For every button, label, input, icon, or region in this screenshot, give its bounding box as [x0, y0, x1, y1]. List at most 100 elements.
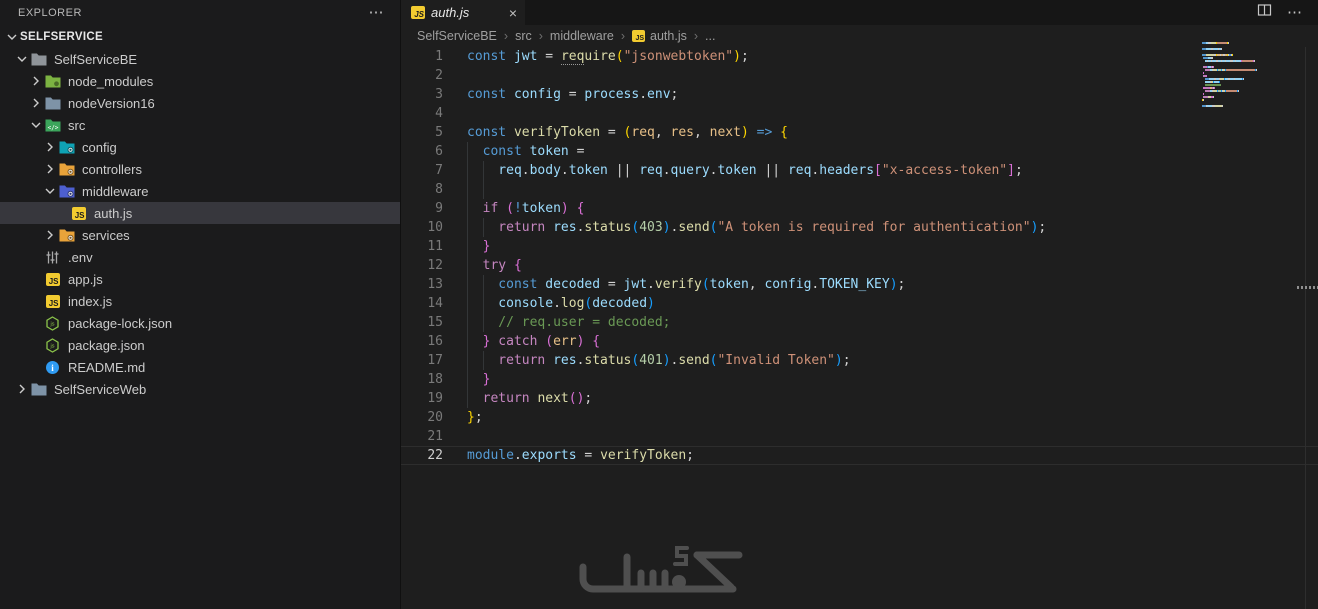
tree-item-readme-md[interactable]: i README.md [0, 356, 400, 378]
line-number: 1 [435, 49, 443, 64]
svg-text:</>: </> [47, 124, 58, 131]
code-line-7[interactable]: 7 req.body.token || req.query.token || re… [401, 161, 1318, 180]
line-content: const config = process.env; [467, 87, 679, 102]
tree-item--env[interactable]: .env [0, 246, 400, 268]
line-number: 10 [427, 220, 443, 235]
code-line-3[interactable]: 3 const config = process.env; [401, 85, 1318, 104]
code-line-21[interactable]: 21 [401, 427, 1318, 446]
indent-guide [467, 237, 468, 256]
code-line-9[interactable]: 9 if (!token) { [401, 199, 1318, 218]
tree-item-nodeversion16[interactable]: nodeVersion16 [0, 92, 400, 114]
js-file-icon: JS [45, 272, 60, 286]
code-area: 1 const jwt = require("jsonwebtoken"); 2 3 c… [401, 47, 1318, 465]
split-editor-icon[interactable] [1257, 3, 1272, 22]
code-line-1[interactable]: 1 const jwt = require("jsonwebtoken"); [401, 47, 1318, 66]
indent-guide [482, 180, 484, 199]
line-number: 14 [427, 296, 443, 311]
breadcrumb-item--[interactable]: ... [705, 29, 715, 43]
tree-item-label: package-lock.json [68, 315, 173, 331]
line-number: 21 [427, 429, 443, 444]
line-number: 18 [427, 372, 443, 387]
folder-icon [59, 229, 74, 241]
tree-item-label: .env [68, 249, 93, 265]
tree-item-src[interactable]: </> src [0, 114, 400, 136]
tree-item-node-modules[interactable]: node_modules [0, 70, 400, 92]
explorer-title: EXPLORER [18, 7, 82, 19]
folder-icon [59, 185, 74, 197]
code-line-8[interactable]: 8 [401, 180, 1318, 199]
tab-auth-js[interactable]: JS auth.js × [401, 0, 525, 25]
explorer-more-actions-icon[interactable]: ⋯ [369, 5, 385, 20]
line-number: 3 [435, 87, 443, 102]
tree-item-label: nodeVersion16 [68, 95, 155, 111]
line-number: 5 [435, 125, 443, 140]
line-content: } [467, 237, 1318, 256]
js-file-icon: JS [71, 206, 86, 220]
code-line-15[interactable]: 15 // req.user = decoded; [401, 313, 1318, 332]
line-content: return res.status(403).send("A token is … [467, 218, 1318, 237]
code-line-5[interactable]: 5 const verifyToken = (req, res, next) =>… [401, 123, 1318, 142]
indent-guide [467, 370, 468, 389]
tree-item-index-js[interactable]: JS index.js [0, 290, 400, 312]
breadcrumb-separator: › [538, 29, 543, 43]
tree-item-label: SelfServiceBE [54, 51, 138, 67]
close-icon[interactable]: × [509, 5, 517, 21]
indent-guide [482, 218, 484, 237]
scrollbar-track[interactable] [1305, 47, 1306, 609]
code-line-19[interactable]: 19 return next(); [401, 389, 1318, 408]
line-content: return res.status(401).send("Invalid Tok… [467, 351, 1318, 370]
tree-item-middleware[interactable]: middleware [0, 180, 400, 202]
watermark-logo [575, 545, 747, 601]
code-line-17[interactable]: 17 return res.status(401).send("Invalid T… [401, 351, 1318, 370]
line-content: const decoded = jwt.verify(token, config… [467, 275, 1318, 294]
minimap[interactable] [1202, 42, 1292, 108]
chevron-down-icon [4, 29, 20, 45]
tree-item-package-lock-json[interactable]: js package-lock.json [0, 312, 400, 334]
tree-item-package-json[interactable]: js package.json [0, 334, 400, 356]
tree-item-config[interactable]: config [0, 136, 400, 158]
line-content: if (!token) { [467, 199, 1318, 218]
tree-item-services[interactable]: services [0, 224, 400, 246]
code-line-6[interactable]: 6 const token = [401, 142, 1318, 161]
line-content: const verifyToken = (req, res, next) => … [467, 125, 788, 140]
breadcrumb-item-src[interactable]: src [515, 29, 532, 43]
code-line-11[interactable]: 11} [401, 237, 1318, 256]
workspace-name: SELFSERVICE [20, 31, 103, 43]
json-file-icon: js [46, 315, 59, 331]
folder-icon [59, 141, 74, 153]
indent-guide [482, 161, 484, 180]
code-line-10[interactable]: 10 return res.status(403).send("A token i… [401, 218, 1318, 237]
line-number: 16 [427, 334, 443, 349]
js-file-icon: JS [45, 294, 60, 308]
code-line-16[interactable]: 16} catch (err) { [401, 332, 1318, 351]
tree-item-selfservicebe[interactable]: SelfServiceBE [0, 48, 400, 70]
code-line-20[interactable]: 20}; [401, 408, 1318, 427]
info-icon: i [46, 360, 59, 374]
tree-item-controllers[interactable]: controllers [0, 158, 400, 180]
file-tree: SelfServiceBE node_modules nodeVersion16 </… [0, 48, 400, 609]
line-number: 11 [427, 239, 443, 254]
overview-ruler-marker[interactable] [1297, 286, 1318, 289]
code-line-4[interactable]: 4 [401, 104, 1318, 123]
tree-item-selfserviceweb[interactable]: SelfServiceWeb [0, 378, 400, 400]
code-line-14[interactable]: 14 console.log(decoded) [401, 294, 1318, 313]
code-line-2[interactable]: 2 [401, 66, 1318, 85]
line-number: 2 [435, 68, 443, 83]
line-number: 15 [427, 315, 443, 330]
workspace-section-header[interactable]: SELFSERVICE [0, 26, 400, 48]
breadcrumb-item-selfservicebe[interactable]: SelfServiceBE [417, 29, 497, 43]
code-line-13[interactable]: 13 const decoded = jwt.verify(token, conf… [401, 275, 1318, 294]
breadcrumb-item-middleware[interactable]: middleware [550, 29, 614, 43]
breadcrumb-item-auth-js[interactable]: JS auth.js [632, 29, 687, 43]
code-line-22[interactable]: 22 module.exports = verifyToken; [401, 446, 1318, 465]
code-line-12[interactable]: 12 try { [401, 256, 1318, 275]
line-content: const token = [467, 142, 1318, 161]
tree-item-label: controllers [82, 161, 142, 177]
chevron-right-icon [28, 73, 44, 89]
chevron-down-icon [42, 183, 58, 199]
tree-item-app-js[interactable]: JS app.js [0, 268, 400, 290]
more-actions-icon[interactable]: ⋯ [1287, 5, 1302, 20]
tree-item-auth-js[interactable]: JS auth.js [0, 202, 400, 224]
svg-text:js: js [50, 343, 55, 349]
code-line-18[interactable]: 18} [401, 370, 1318, 389]
